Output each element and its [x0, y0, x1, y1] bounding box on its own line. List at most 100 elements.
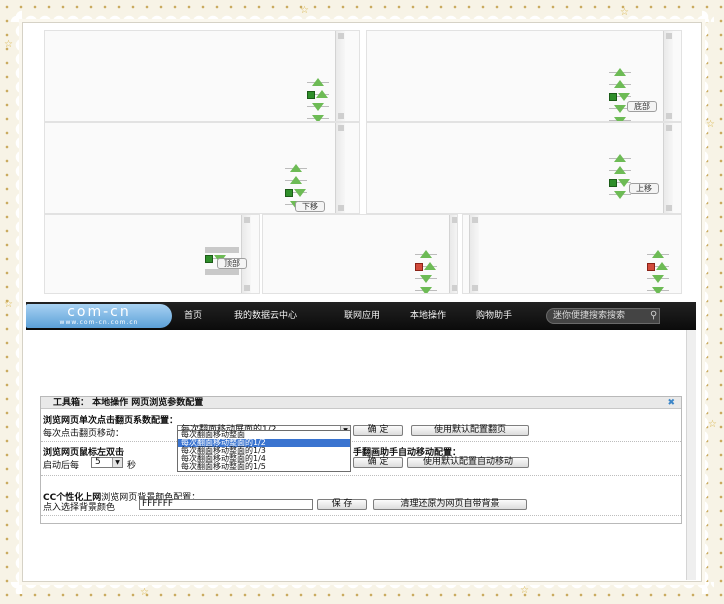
flip-default-button[interactable]: 使用默认配置翻页 — [411, 425, 529, 436]
scrollbar[interactable] — [469, 215, 479, 293]
down-arrow-icon[interactable] — [420, 287, 432, 293]
frame-edge-top — [10, 8, 714, 22]
auto-move-seconds-select[interactable]: 5 ▼ — [91, 457, 123, 468]
seconds-unit-label: 秒 — [127, 461, 137, 471]
section-page-flip-title: 浏览网页单次点击翻页系数配置： — [43, 416, 179, 426]
logo-url: www.com-cn.com.cn — [59, 319, 139, 326]
site-logo[interactable]: com-cn www.com-cn.com.cn — [26, 304, 172, 328]
up-arrow-icon[interactable] — [424, 262, 436, 270]
star-icon: ☆ — [620, 7, 629, 18]
toolbox-header: 工具箱： 本地操作 网页浏览参数配置 — [41, 397, 681, 409]
up-arrow-icon[interactable] — [614, 68, 626, 76]
divider — [41, 441, 681, 442]
down-arrow-icon[interactable] — [294, 189, 306, 197]
nav-item-online-apps[interactable]: 联网应用 — [344, 302, 380, 330]
chevron-down-icon[interactable]: ▼ — [112, 458, 122, 467]
toggle-icon[interactable] — [205, 255, 213, 263]
down-arrow-icon[interactable] — [652, 287, 664, 293]
nav-item-shopping[interactable]: 购物助手 — [476, 302, 512, 330]
tooltip-bottom: 底部 — [627, 101, 657, 112]
star-icon: ☆ — [4, 299, 13, 310]
page-nav-widget — [609, 153, 631, 201]
nav-item-data-cloud[interactable]: 我的数据云中心 — [234, 302, 297, 330]
page-scrollbar[interactable] — [686, 330, 696, 580]
up-arrow-icon[interactable] — [290, 164, 302, 172]
star-icon: ☆ — [706, 119, 715, 130]
scrollbar[interactable] — [663, 31, 673, 121]
star-icon: ☆ — [708, 419, 717, 430]
toggle-icon[interactable] — [609, 93, 617, 101]
auto-move-default-button[interactable]: 使用默认配置自动移动 — [407, 457, 529, 468]
frame-edge-right — [702, 10, 716, 594]
down-arrow-icon[interactable] — [312, 115, 324, 121]
demo-panel-bottom-right — [462, 214, 682, 294]
scrollbar[interactable] — [241, 215, 251, 293]
top-navbar: com-cn www.com-cn.com.cn 首页 我的数据云中心 联网应用… — [26, 302, 696, 330]
down-arrow-icon[interactable] — [420, 275, 432, 283]
dropdown-option[interactable]: 每次翻面移动整面的1/5 — [178, 463, 350, 471]
auto-move-label: 启动后每 — [43, 461, 80, 471]
logo-text: com-cn — [67, 304, 131, 320]
toolbox-panel: 工具箱： 本地操作 网页浏览参数配置 ✖ 浏览网页单次点击翻页系数配置： 每次点… — [40, 396, 682, 524]
page-nav-widget — [415, 249, 437, 293]
restore-background-button[interactable]: 清理还原为网页自带背景 — [373, 499, 527, 510]
toggle-icon[interactable] — [609, 179, 617, 187]
save-button[interactable]: 保 存 — [317, 499, 367, 510]
divider — [41, 515, 681, 516]
demo-panel-middle-left: 下移 — [44, 122, 360, 214]
up-arrow-icon[interactable] — [656, 262, 668, 270]
demo-panel-middle-right: 上移 — [366, 122, 682, 214]
up-arrow-icon[interactable] — [652, 250, 664, 258]
scrollbar[interactable] — [449, 215, 457, 293]
flip-step-dropdown-list[interactable]: 每次翻面移动整面 每次翻面移动整面的1/2 每次翻面移动整面的1/3 每次翻面移… — [177, 430, 351, 472]
frame-edge-bottom — [10, 582, 714, 596]
toggle-icon[interactable] — [415, 263, 423, 271]
down-arrow-icon[interactable] — [618, 93, 630, 101]
up-arrow-icon[interactable] — [290, 176, 302, 184]
toggle-icon[interactable] — [285, 189, 293, 197]
bg-color-label: 点入选择背景颜色 — [43, 503, 116, 513]
divider — [41, 475, 681, 476]
up-arrow-icon[interactable] — [614, 166, 626, 174]
star-icon: ☆ — [520, 585, 529, 596]
flip-confirm-button[interactable]: 确 定 — [353, 425, 403, 436]
down-arrow-icon[interactable] — [652, 275, 664, 283]
tooltip-top: 顶部 — [217, 258, 247, 269]
toggle-icon[interactable] — [307, 91, 315, 99]
up-arrow-icon[interactable] — [316, 90, 328, 98]
close-icon[interactable]: ✖ — [667, 397, 675, 409]
highlight-band — [205, 269, 239, 275]
star-icon: ☆ — [300, 5, 309, 16]
demo-panel-bottom-left: 顶部 — [44, 214, 260, 294]
demo-panel-top-right: 底部 — [366, 30, 682, 122]
nav-item-home[interactable]: 首页 — [184, 302, 202, 330]
page-nav-widget — [307, 77, 329, 121]
scrollbar[interactable] — [335, 123, 345, 213]
star-icon: ☆ — [140, 587, 149, 598]
up-arrow-icon[interactable] — [614, 80, 626, 88]
search-input[interactable]: 迷你便捷搜索搜索 — [546, 308, 660, 324]
flip-step-label: 每次点击翻页移动： — [43, 429, 125, 439]
down-arrow-icon[interactable] — [312, 103, 324, 111]
nav-item-local-ops[interactable]: 本地操作 — [410, 302, 446, 330]
bg-color-input[interactable]: FFFFFF — [139, 499, 313, 510]
demo-panel-top-left — [44, 30, 360, 122]
up-arrow-icon[interactable] — [420, 250, 432, 258]
seconds-value: 5 — [95, 457, 101, 467]
auto-move-confirm-button[interactable]: 确 定 — [353, 457, 403, 468]
page-nav-widget — [647, 249, 669, 293]
toolbox-title: 工具箱： 本地操作 网页浏览参数配置 — [53, 398, 204, 408]
up-arrow-icon[interactable] — [312, 78, 324, 86]
search-icon[interactable]: ⚲ — [650, 308, 668, 324]
down-arrow-icon[interactable] — [614, 105, 626, 113]
scrollbar[interactable] — [335, 31, 345, 121]
scrollbar[interactable] — [663, 123, 673, 213]
browser-page: com-cn www.com-cn.com.cn 首页 我的数据云中心 联网应用… — [26, 302, 696, 580]
tooltip-down: 下移 — [295, 201, 325, 212]
up-arrow-icon[interactable] — [614, 154, 626, 162]
down-arrow-icon[interactable] — [614, 191, 626, 199]
toggle-icon[interactable] — [647, 263, 655, 271]
star-icon: ☆ — [4, 39, 13, 50]
demo-panel-bottom-middle — [262, 214, 458, 294]
tooltip-up: 上移 — [629, 183, 659, 194]
